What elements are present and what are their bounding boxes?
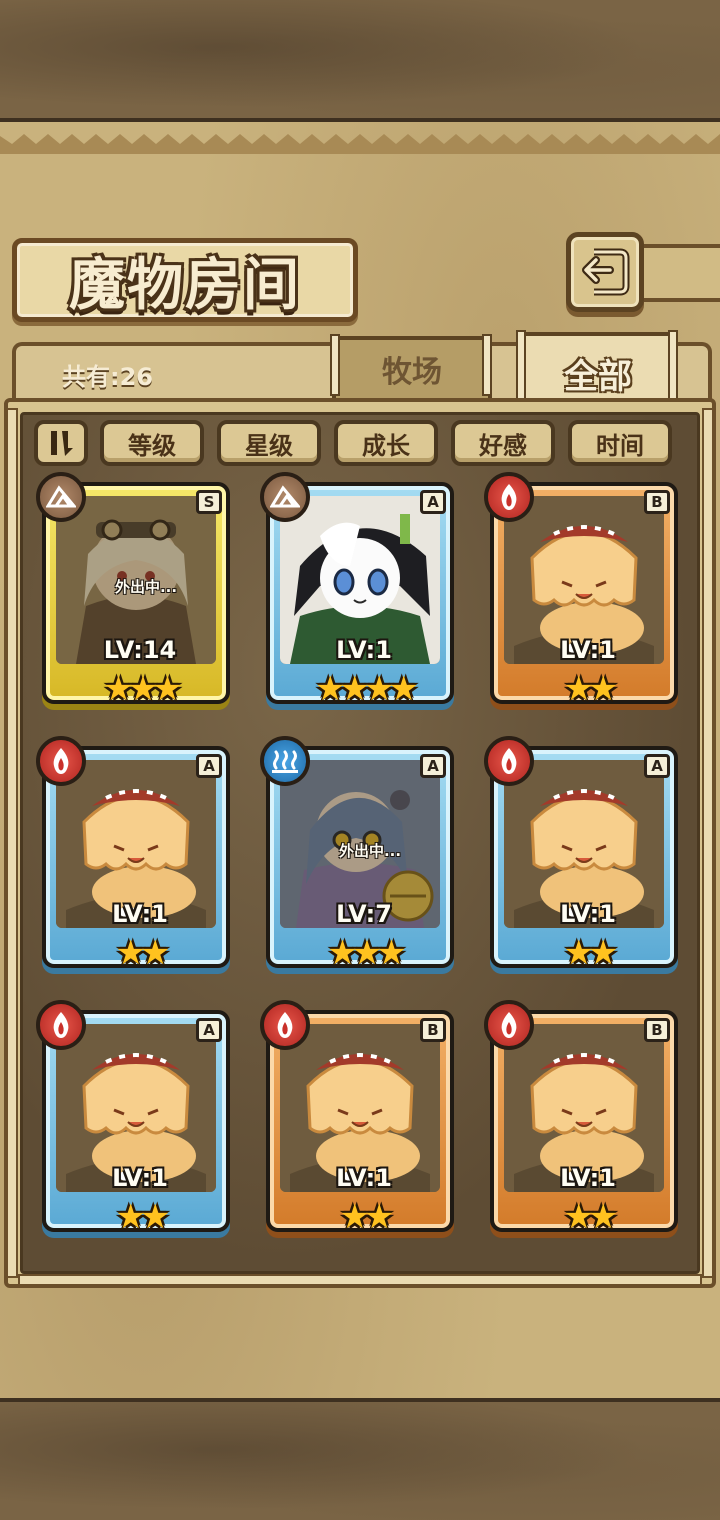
away-status: 外出中... <box>114 578 178 596</box>
map-background-bottom <box>0 1398 720 1520</box>
tab-ranch-label: 牧场 <box>382 355 442 390</box>
monster-card[interactable]: A LV:1 ★★ <box>484 736 678 970</box>
tab-all-label: 全部 <box>564 356 632 397</box>
sort-label: 时间 <box>596 431 644 460</box>
star-rating: ★★★★ <box>315 669 419 709</box>
monster-card[interactable]: A LV:1 ★★★★ <box>260 472 454 706</box>
rank-badge: A <box>644 754 670 778</box>
rank-badge: A <box>196 1018 222 1042</box>
sort-label: 成长 <box>362 431 410 460</box>
back-button[interactable] <box>566 232 644 312</box>
rank-badge: A <box>420 490 446 514</box>
rank-badge: A <box>420 754 446 778</box>
map-background-top <box>0 0 720 122</box>
monster-card[interactable]: 外出中... A LV:7 ★★★ <box>260 736 454 970</box>
monster-card[interactable]: A LV:1 ★★ <box>36 736 230 970</box>
tab-post <box>330 334 340 396</box>
monster-card[interactable]: B LV:1 ★★ <box>484 1000 678 1234</box>
tab-post <box>482 334 492 396</box>
frame-rail <box>18 1274 702 1286</box>
monster-level: LV:1 <box>560 900 616 928</box>
rank-badge: B <box>420 1018 446 1042</box>
back-button-rail <box>640 244 720 302</box>
star-rating: ★★ <box>563 1197 619 1237</box>
page-title: 魔物房间 <box>69 251 301 318</box>
frame-rail <box>6 408 18 1278</box>
earth-element-icon <box>36 472 86 522</box>
sort-by-level-button[interactable]: 等级 <box>100 420 204 466</box>
sort-by-time-button[interactable]: 时间 <box>568 420 672 466</box>
monster-card[interactable]: A LV:1 ★★ <box>36 1000 230 1234</box>
fire-element-icon <box>260 1000 310 1050</box>
star-rating: ★★★ <box>327 933 406 973</box>
star-rating: ★★ <box>115 933 171 973</box>
fire-element-icon <box>36 1000 86 1050</box>
earth-element-icon <box>260 472 310 522</box>
rank-badge: B <box>644 490 670 514</box>
monster-card[interactable]: 外出中... S LV:14 ★★★ <box>36 472 230 706</box>
tab-ranch[interactable]: 牧场 <box>332 336 492 398</box>
sort-by-growth-button[interactable]: 成长 <box>334 420 438 466</box>
sort-label: 星级 <box>245 431 293 460</box>
frame-rail <box>702 408 714 1278</box>
sort-label: 好感 <box>479 431 527 460</box>
monster-level: LV:7 <box>336 900 392 928</box>
fire-element-icon <box>36 736 86 786</box>
monster-count: 共有:26 <box>62 363 153 391</box>
monster-level: LV:1 <box>112 900 168 928</box>
star-rating: ★★ <box>115 1197 171 1237</box>
monster-level: LV:1 <box>112 1164 168 1192</box>
sort-order-icon <box>51 431 73 456</box>
torn-edge <box>0 134 720 154</box>
star-rating: ★★★ <box>103 669 182 709</box>
monster-card[interactable]: B LV:1 ★★ <box>484 472 678 706</box>
sort-by-star-button[interactable]: 星级 <box>217 420 321 466</box>
rank-badge: S <box>196 490 222 514</box>
return-arrow-icon <box>582 248 630 296</box>
monster-level: LV:1 <box>560 1164 616 1192</box>
fire-element-icon <box>484 736 534 786</box>
monster-level: LV:1 <box>336 1164 392 1192</box>
fire-element-icon <box>484 472 534 522</box>
sort-label: 等级 <box>128 431 176 460</box>
sort-by-affection-button[interactable]: 好感 <box>451 420 555 466</box>
away-status: 外出中... <box>338 842 402 860</box>
sort-order-toggle[interactable] <box>34 420 88 466</box>
monster-card[interactable]: B LV:1 ★★ <box>260 1000 454 1234</box>
star-rating: ★★ <box>339 1197 395 1237</box>
monster-level: LV:14 <box>103 636 177 664</box>
monster-level: LV:1 <box>336 636 392 664</box>
rank-badge: B <box>644 1018 670 1042</box>
rank-badge: A <box>196 754 222 778</box>
star-rating: ★★ <box>563 669 619 709</box>
star-rating: ★★ <box>563 933 619 973</box>
water-element-icon <box>260 736 310 786</box>
fire-element-icon <box>484 1000 534 1050</box>
monster-level: LV:1 <box>560 636 616 664</box>
page-title-plate: 魔物房间 <box>12 238 358 322</box>
